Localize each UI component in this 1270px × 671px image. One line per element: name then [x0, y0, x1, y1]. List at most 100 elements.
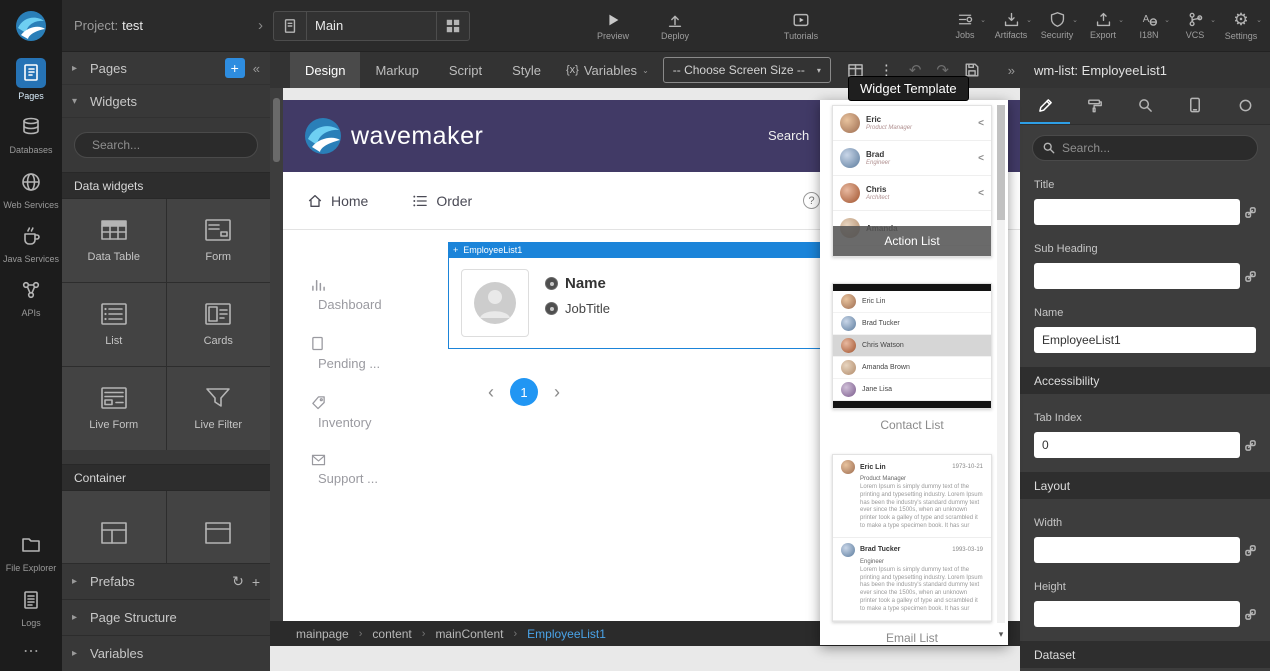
tab-markup[interactable]: Markup — [360, 52, 433, 88]
popup-scrollbar[interactable] — [997, 105, 1005, 623]
tab-index-input[interactable] — [1034, 432, 1240, 458]
project-chevron-icon[interactable]: › — [258, 17, 263, 34]
variables-menu[interactable]: {x} Variables ⌄ — [566, 63, 649, 78]
prev-page-icon[interactable]: ‹ — [488, 382, 494, 403]
width-input[interactable] — [1034, 537, 1240, 563]
item-role: Engineer — [866, 160, 972, 166]
artifacts-button[interactable]: ⌄ Artifacts — [988, 11, 1034, 40]
bind-link-icon[interactable] — [1245, 207, 1256, 218]
tutorials-button[interactable]: Tutorials — [778, 11, 824, 41]
canvas-scrollbar-thumb[interactable] — [273, 98, 280, 162]
widget-tile-form[interactable]: Form — [167, 199, 271, 282]
name-input[interactable] — [1034, 327, 1256, 353]
active-page-name[interactable]: Main — [306, 12, 436, 40]
settings-button[interactable]: ⚙ ⌄ Settings — [1218, 11, 1264, 41]
popup-scrollbar-thumb[interactable] — [997, 105, 1005, 220]
page-grid-icon[interactable] — [436, 12, 469, 40]
properties-search-input[interactable] — [1062, 141, 1247, 155]
collapse-panel-icon[interactable]: « — [253, 61, 260, 76]
export-button[interactable]: ⌄ Export — [1080, 11, 1126, 40]
breadcrumb-maincontent[interactable]: mainContent — [435, 627, 503, 641]
sidebar-item-logs[interactable]: Logs — [2, 579, 60, 633]
page-switcher: Main — [273, 11, 470, 41]
widget-tile-cards[interactable]: Cards — [167, 283, 271, 366]
tab-script[interactable]: Script — [434, 52, 497, 88]
variables-section-header[interactable]: ▸ Variables — [62, 635, 270, 671]
sidebar-item-pages[interactable]: Pages — [2, 52, 60, 106]
sidebar-item-java-services[interactable]: Java Services — [2, 215, 60, 269]
subheading-field: Sub Heading — [1020, 243, 1270, 289]
security-button[interactable]: ⌄ Security — [1034, 11, 1080, 40]
tab-styles[interactable] — [1070, 88, 1120, 124]
tab-device[interactable] — [1170, 88, 1220, 124]
tab-search-properties[interactable] — [1120, 88, 1170, 124]
template-action-list[interactable]: Eric Product Manager < Brad Engineer < C… — [832, 105, 992, 257]
add-page-button[interactable]: + — [225, 58, 245, 78]
sidebar-item-web-services[interactable]: Web Services — [2, 161, 60, 215]
expand-panel-icon[interactable]: » — [1003, 63, 1020, 78]
widget-tile-grid-layout[interactable] — [62, 491, 166, 563]
add-prefab-icon[interactable]: + — [252, 574, 260, 590]
title-input[interactable] — [1034, 199, 1240, 225]
scroll-down-icon[interactable]: ▾ — [996, 627, 1006, 641]
deploy-button[interactable]: Deploy — [652, 11, 698, 41]
template-email-list[interactable]: Eric Lin 1973-10-21 Product Manager Lore… — [832, 454, 992, 622]
container-label: Container — [74, 471, 126, 485]
nav-home[interactable]: Home — [307, 193, 368, 209]
template-contact-list[interactable]: Eric Lin Brad Tucker Chris Watson Amanda… — [832, 283, 992, 409]
side-nav-dashboard[interactable]: Dashboard — [311, 278, 382, 312]
circle-icon — [1238, 98, 1253, 113]
side-nav-pending[interactable]: Pending ... — [311, 336, 382, 371]
caret-down-icon: ⌄ — [980, 16, 986, 24]
canvas-scrollbar[interactable] — [270, 88, 283, 646]
wavemaker-logo[interactable] — [0, 0, 62, 52]
widget-tile-live-form[interactable]: Live Form — [62, 367, 166, 450]
bind-link-icon[interactable] — [1245, 545, 1256, 556]
dataset-label: Dataset — [1034, 648, 1075, 662]
bind-link-icon[interactable] — [1245, 609, 1256, 620]
tag-icon — [311, 395, 326, 410]
bind-link-icon[interactable] — [1245, 271, 1256, 282]
i18n-button[interactable]: A ⌄ I18N — [1126, 11, 1172, 40]
breadcrumb-content[interactable]: content — [372, 627, 411, 641]
subheading-input[interactable] — [1034, 263, 1240, 289]
breadcrumb-employeelist1[interactable]: EmployeeList1 — [527, 627, 606, 641]
widget-tile-list[interactable]: List — [62, 283, 166, 366]
sidebar-item-file-explorer[interactable]: File Explorer — [2, 524, 60, 578]
prefabs-section-header[interactable]: ▸ Prefabs ↻ + — [62, 563, 270, 599]
widget-tile-data-table[interactable]: Data Table — [62, 199, 166, 282]
page-search-link[interactable]: Search — [768, 128, 809, 143]
tab-style[interactable]: Style — [497, 52, 556, 88]
height-input[interactable] — [1034, 601, 1240, 627]
item-name: Brad Tucker — [862, 320, 900, 327]
tab-design[interactable]: Design — [290, 52, 360, 88]
tab-properties[interactable] — [1020, 88, 1070, 124]
tab-more[interactable] — [1220, 88, 1270, 124]
sidebar-item-apis[interactable]: APIs — [2, 269, 60, 323]
bind-link-icon[interactable] — [1245, 440, 1256, 451]
bind-marker-icon[interactable] — [545, 302, 558, 315]
page-structure-section-header[interactable]: ▸ Page Structure — [62, 599, 270, 635]
sidebar-item-databases[interactable]: Databases — [2, 106, 60, 160]
widgets-section-header[interactable]: ▾ Widgets — [62, 85, 270, 118]
artifacts-icon — [1003, 11, 1020, 28]
pages-section-header[interactable]: ▸ Pages + « — [62, 52, 270, 85]
page-number[interactable]: 1 — [510, 378, 538, 406]
jobs-button[interactable]: ⌄ Jobs — [942, 11, 988, 40]
page-doc-icon[interactable] — [274, 12, 306, 40]
bind-marker-icon[interactable] — [545, 277, 558, 290]
refresh-icon[interactable]: ↻ — [232, 573, 244, 590]
widget-search-input[interactable] — [92, 138, 247, 152]
vcs-button[interactable]: ⌄ VCS — [1172, 11, 1218, 40]
side-nav-inventory[interactable]: Inventory — [311, 395, 382, 430]
next-page-icon[interactable]: › — [554, 382, 560, 403]
breadcrumb-mainpage[interactable]: mainpage — [296, 627, 349, 641]
screen-size-select[interactable]: -- Choose Screen Size -- ▾ — [663, 57, 831, 83]
help-icon[interactable]: ? — [803, 192, 820, 209]
side-nav-support[interactable]: Support ... — [311, 454, 382, 486]
more-options-icon[interactable]: ⋯ — [23, 633, 39, 671]
widget-tile-live-filter[interactable]: Live Filter — [167, 367, 271, 450]
widget-tile-panel-layout[interactable] — [167, 491, 271, 563]
preview-button[interactable]: Preview — [590, 11, 636, 41]
nav-order[interactable]: Order — [412, 193, 472, 209]
